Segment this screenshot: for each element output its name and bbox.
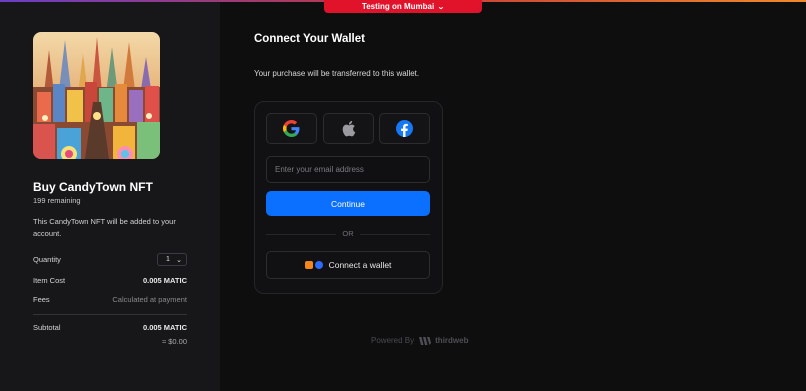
product-title: Buy CandyTown NFT [33, 180, 153, 194]
connect-wallet-label: Connect a wallet [328, 260, 392, 270]
facebook-icon [396, 120, 413, 137]
connect-wallet-button[interactable]: Connect a wallet [266, 251, 430, 279]
item-cost-row: Item Cost 0.005 MATIC [33, 276, 187, 285]
wallet-icons [304, 261, 323, 269]
subtotal-usd: ≈ $0.00 [162, 337, 187, 346]
network-label: Testing on Mumbai [361, 2, 435, 11]
google-icon [283, 120, 300, 137]
quantity-row: Quantity 1 ⌄ [33, 253, 187, 266]
wallet-subtitle: Your purchase will be transferred to thi… [254, 69, 420, 78]
thirdweb-icon [419, 336, 432, 345]
chevron-down-icon: ⌄ [437, 3, 445, 11]
metamask-icon [304, 261, 313, 269]
summary-divider [33, 314, 187, 315]
subtotal-row: Subtotal 0.005 MATIC [33, 323, 187, 332]
or-divider-left [266, 234, 336, 235]
thirdweb-logo: thirdweb [419, 336, 468, 345]
brand-label: thirdweb [435, 336, 469, 345]
powered-by[interactable]: Powered By thirdweb [371, 336, 468, 345]
coinbase-icon [314, 261, 323, 269]
fees-row: Fees Calculated at payment [33, 295, 187, 304]
fees-value: Calculated at payment [112, 295, 187, 304]
item-cost-value: 0.005 MATIC [142, 276, 187, 285]
chevron-down-icon: ⌄ [176, 256, 182, 264]
wallet-title: Connect Your Wallet [254, 33, 365, 45]
powered-by-label: Powered By [371, 336, 415, 345]
nft-image [33, 32, 160, 159]
or-divider-right [360, 234, 430, 235]
quantity-select[interactable]: 1 ⌄ [157, 253, 187, 266]
continue-button[interactable]: Continue [266, 191, 430, 216]
email-input[interactable] [266, 156, 430, 183]
remaining-count: 199 remaining [33, 196, 81, 205]
subtotal-value: 0.005 MATIC [142, 323, 187, 332]
product-description: This CandyTown NFT will be added to your… [33, 217, 176, 238]
fees-label: Fees [33, 295, 50, 304]
quantity-value: 1 [166, 256, 170, 263]
google-login-button[interactable] [266, 113, 317, 144]
facebook-login-button[interactable] [379, 113, 430, 144]
apple-login-button[interactable] [323, 113, 374, 144]
or-label: OR [342, 229, 354, 238]
item-cost-label: Item Cost [33, 276, 66, 285]
apple-icon [342, 120, 356, 137]
network-selector[interactable]: Testing on Mumbai ⌄ [324, 0, 482, 13]
quantity-label: Quantity [33, 255, 61, 264]
subtotal-label: Subtotal [33, 323, 61, 332]
